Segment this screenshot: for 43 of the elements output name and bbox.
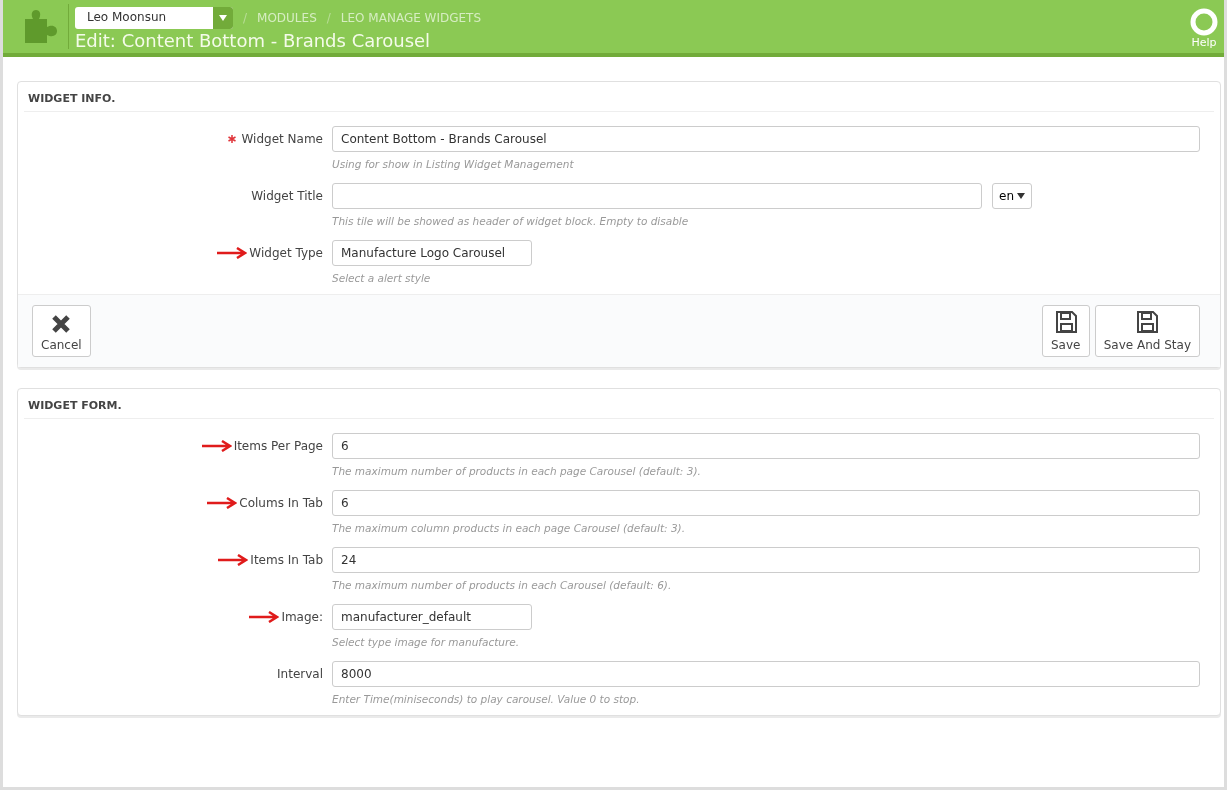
arrow-icon bbox=[207, 497, 238, 509]
help-text: Enter Time(miniseconds) to play carousel. Value 0 to stop. bbox=[332, 693, 641, 705]
language-dropdown[interactable]: en bbox=[992, 183, 1032, 209]
help-text: The maximum column products in each page Carousel (default: 3). bbox=[332, 522, 687, 534]
shop-dropdown[interactable]: Leo Moonsun bbox=[75, 7, 233, 29]
text-input[interactable]: Content Bottom - Brands Carousel bbox=[332, 126, 1200, 152]
save-button[interactable]: Save bbox=[1041, 305, 1090, 357]
help-text: Select type image for manufacture. bbox=[332, 636, 521, 648]
text-input[interactable]: 6 bbox=[332, 490, 1200, 516]
help-text: Using for show in Listing Widget Management bbox=[332, 158, 575, 170]
caret-icon bbox=[219, 15, 227, 21]
help-text: The maximum number of products in each page Carousel (default: 3). bbox=[332, 465, 702, 477]
arrow-icon bbox=[249, 611, 280, 623]
text-input[interactable]: 24 bbox=[332, 547, 1200, 573]
arrow-icon bbox=[217, 247, 248, 259]
required-asterisk-icon bbox=[227, 135, 236, 143]
field-label: Items Per Page bbox=[233, 439, 323, 453]
help-text: The maximum number of products in each Carousel (default: 6). bbox=[332, 579, 673, 591]
help-text: This tile will be showed as header of widget block. Empty to disable bbox=[332, 215, 690, 227]
caret-icon bbox=[1017, 193, 1025, 199]
field-label: Image: bbox=[281, 610, 323, 624]
breadcrumb-separator: / bbox=[326, 11, 331, 25]
select-field[interactable]: Manufacture Logo Carousel bbox=[332, 240, 532, 266]
close-icon bbox=[51, 314, 72, 334]
text-input[interactable] bbox=[332, 183, 982, 209]
field-label: Colums In Tab bbox=[239, 496, 323, 510]
text-input[interactable]: 6 bbox=[332, 433, 1200, 459]
select-field[interactable]: manufacturer_default bbox=[332, 604, 532, 630]
field-label: Items In Tab bbox=[250, 553, 323, 567]
help-text: Select a alert style bbox=[332, 272, 432, 284]
field-label: Widget Type bbox=[249, 246, 323, 260]
field-label: Interval bbox=[277, 667, 323, 681]
field-label: Widget Name bbox=[241, 132, 323, 146]
arrow-icon bbox=[201, 440, 232, 452]
arrow-icon bbox=[218, 554, 249, 566]
page-title: Edit: Content Bottom - Brands Carousel bbox=[75, 30, 432, 51]
text-input[interactable]: 8000 bbox=[332, 661, 1200, 687]
cancel-button[interactable]: Cancel bbox=[32, 305, 91, 357]
breadcrumb-separator: / bbox=[243, 11, 248, 25]
field-label: Widget Title bbox=[251, 189, 323, 203]
panel-heading: WIDGET INFO. bbox=[24, 82, 1214, 112]
save-button[interactable]: Save And Stay bbox=[1094, 305, 1200, 357]
panel-heading: WIDGET FORM. bbox=[24, 389, 1214, 419]
